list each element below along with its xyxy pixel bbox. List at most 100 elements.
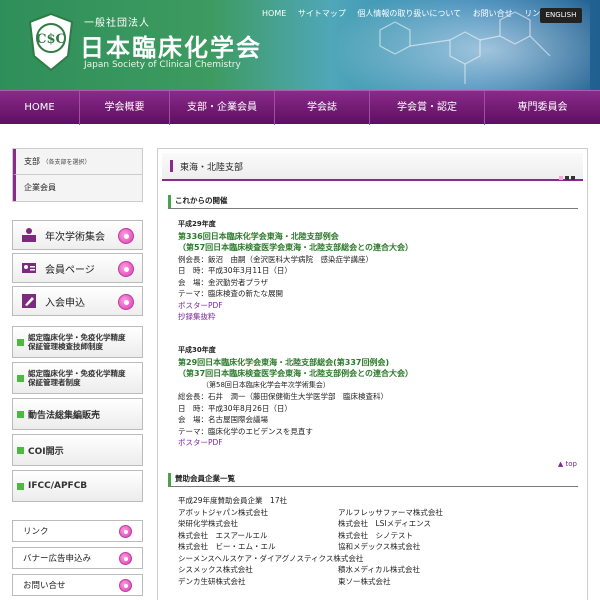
nav-about[interactable]: 学会概要 [80,91,170,125]
top-link-contact[interactable]: お問い合せ [473,9,513,18]
org-title: 日本臨床化学会 [80,33,262,62]
member-name: シーメンスヘルスケア・ダイアグノスティクス株式会社 [178,553,364,563]
main-content: 東海・北陸支部 これからの開催 平成29年度 第336回日本臨床化学会東海・北陸… [157,148,588,600]
arrow-circle-icon [119,579,132,592]
btn-line: COI開示 [28,446,64,457]
btn-line: 保証管理検査技師制度 [28,342,103,351]
event-venue: 会 場：金沢勤労者プラザ [178,277,268,287]
english-button[interactable]: ENGLISH [540,8,582,23]
member-name: 株式会社 シノテスト [338,530,413,540]
ifcc-button[interactable]: IFCC/APFCB [12,470,143,502]
nav-home[interactable]: HOME [0,91,80,125]
member-row: シスメックス株式会社 積水メディカル株式会社 [178,564,578,576]
recommended-methods-button[interactable]: 動告法総集編販売 [12,398,143,430]
annual-meeting-button[interactable]: 年次学術集会 [12,220,143,250]
arrow-circle-icon [118,294,134,310]
event-note: （第58回日本臨床化学会年次学術集会） [202,380,330,389]
sidebar: 支部 （各支部を選択） 企業会員 年次学術集会 会員ページ 入会申込 認定臨床化… [12,148,143,596]
member-row: 株式会社 ビー・エム・エル 協和メデックス株式会社 [178,541,578,553]
top-link-sitemap[interactable]: サイトマップ [298,9,346,18]
org-subtitle: 一般社団法人 [84,18,150,29]
event-year: 平成29年度 [178,220,216,228]
sub-item-corporate[interactable]: 企業会員 [13,175,142,201]
btn-line: 動告法総集編販売 [28,410,101,421]
coi-button[interactable]: COI開示 [12,434,143,466]
btn-line: IFCC/APFCB [28,481,88,491]
arrow-circle-icon [119,552,132,565]
back-to-top-link[interactable]: ▲ top [558,460,577,468]
contact-button[interactable]: お問い合せ [12,574,143,596]
arrow-circle-icon [118,261,134,277]
event-subtitle: （第37回日本臨床検査医学会東海・北陸支部例会との連合大会） [178,369,414,378]
event-theme: テーマ：臨床化学のエビデンスを見直す [178,426,313,436]
id-card-icon [22,263,36,273]
links-button[interactable]: リンク [12,520,143,542]
member-name: シスメックス株式会社 [178,565,253,574]
event-2017: 平成29年度 第336回日本臨床化学会東海・北陸支部例会 （第57回日本臨床検査… [178,219,413,323]
banner-ad-label: バナー広告申込み [23,554,92,564]
event-theme: テーマ：臨床検査の新たな展開 [178,289,283,298]
meeting-icon [22,228,36,242]
event-2018: 平成30年度 第29回日本臨床化学会東海・北陸支部総会(第337回例会) （第3… [178,345,413,449]
poster-link[interactable]: ポスターPDF [178,300,413,312]
svg-text:C$C: C$C [36,32,66,47]
page-title: 東海・北陸支部 [180,163,244,173]
nav-awards[interactable]: 学会賞・認定 [370,91,485,125]
nav-branches[interactable]: 支部・企業会員 [170,91,275,125]
certified-technologist-button[interactable]: 認定臨床化学・免疫化学精度 保証管理検査技師制度 [12,326,143,358]
member-name: 積水メディカル株式会社 [338,565,420,574]
event-title: 第29回日本臨床化学会東海・北陸支部総会(第337回例会) [178,357,390,367]
annual-meeting-label: 年次学術集会 [45,231,105,243]
links-label: リンク [23,527,49,537]
btn-line: 保証管理者制度 [28,378,81,387]
pencil-icon [22,294,36,308]
member-page-button[interactable]: 会員ページ [12,253,143,283]
member-row: シーメンスヘルスケア・ダイアグノスティクス株式会社 [178,553,578,565]
member-name: 東ソー株式会社 [338,576,391,586]
member-name: 株式会社 エスアールエル [178,530,268,540]
banner-ad-button[interactable]: バナー広告申込み [12,547,143,569]
member-row: デンカ生研株式会社 東ソー株式会社 [178,576,578,588]
green-square-icon [17,446,24,454]
poster-link[interactable]: ポスターPDF [178,437,413,449]
sub-item-label: 支部 [24,157,40,166]
abstract-link[interactable]: 抄録集抜粋 [178,311,413,323]
event-date: 日 時：平成30年8月26日（日） [178,403,292,413]
event-title: 第336回日本臨床化学会東海・北陸支部例会 [178,231,339,241]
sub-item-note: （各支部を選択） [42,159,91,166]
org-english-name: Japan Society of Clinical Chemistry [84,60,241,70]
site-header: C$C 一般社団法人 日本臨床化学会 Japan Society of Clin… [0,0,600,90]
join-label: 入会申込 [45,297,85,309]
member-name: アルフレッサファーマ株式会社 [338,507,443,517]
member-row: 株式会社 エスアールエル 株式会社 シノテスト [178,530,578,542]
event-chair: 例会長：飯沼 由嗣（金沢医科大学病院 感染症学講座） [178,254,373,264]
member-list-heading: 平成29年度賛助会員企業 17社 [178,496,288,505]
section-upcoming: これからの開催 [168,195,578,209]
top-link-privacy[interactable]: 個人情報の取り扱いについて [357,9,461,18]
member-page-label: 会員ページ [45,264,95,276]
btn-line: 認定臨床化学・免疫化学精度 [28,369,126,378]
top-link-home[interactable]: HOME [262,9,286,18]
green-square-icon [17,374,24,382]
certified-manager-button[interactable]: 認定臨床化学・免疫化学精度 保証管理者制度 [12,362,143,394]
member-name: 栄研化学株式会社 [178,519,238,528]
member-row: アボットジャパン株式会社 アルフレッサファーマ株式会社 [178,507,578,519]
member-row: 栄研化学株式会社 株式会社 LSIメディエンス [178,518,578,530]
event-venue: 会 場：名古屋国際会議場 [178,415,268,424]
member-name: 協和メデックス株式会社 [338,542,421,551]
section-members: 賛助会員企業一覧 [168,473,578,487]
member-name: アボットジャパン株式会社 [178,507,268,517]
sub-item-branches[interactable]: 支部 （各支部を選択） [13,149,142,175]
event-year: 平成30年度 [178,346,216,354]
main-nav: HOME 学会概要 支部・企業会員 学会誌 学会賞・認定 専門委員会 [0,90,600,125]
heading-bar [170,160,173,172]
member-list: 平成29年度賛助会員企業 17社 アボットジャパン株式会社 アルフレッサファーマ株… [178,495,578,587]
logo-emblem: C$C [28,12,74,72]
arrow-circle-icon [119,525,132,538]
event-date: 日 時：平成30年3月11日（日） [178,266,292,275]
green-square-icon [17,338,24,346]
nav-journal[interactable]: 学会誌 [275,91,370,125]
member-name: 株式会社 LSIメディエンス [338,519,431,528]
join-button[interactable]: 入会申込 [12,286,143,316]
nav-committees[interactable]: 専門委員会 [485,91,600,125]
